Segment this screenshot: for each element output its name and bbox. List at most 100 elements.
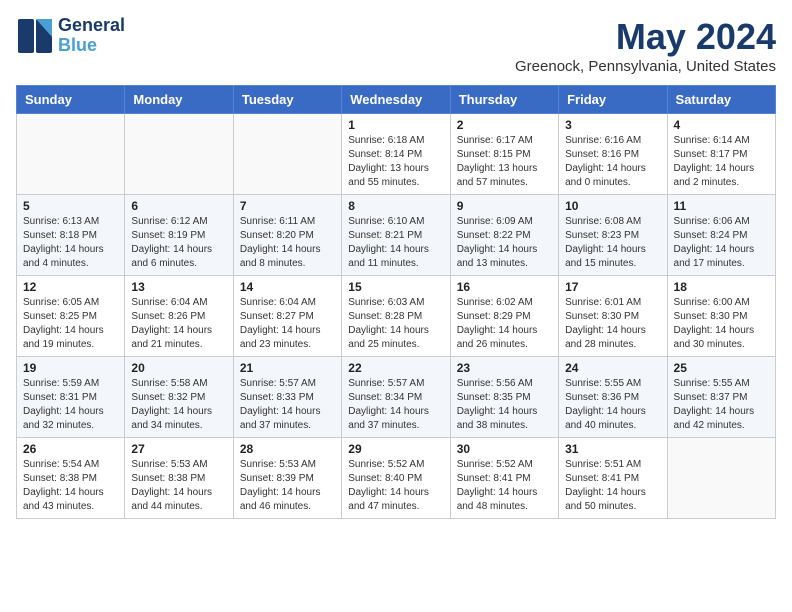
day-cell: 14Sunrise: 6:04 AM Sunset: 8:27 PM Dayli…	[233, 276, 341, 357]
day-number: 26	[23, 442, 118, 456]
day-info: Sunrise: 5:58 AM Sunset: 8:32 PM Dayligh…	[131, 377, 226, 433]
day-number: 14	[240, 280, 335, 294]
day-number: 12	[23, 280, 118, 294]
day-info: Sunrise: 5:56 AM Sunset: 8:35 PM Dayligh…	[457, 377, 552, 433]
day-info: Sunrise: 5:57 AM Sunset: 8:34 PM Dayligh…	[348, 377, 443, 433]
week-row-1: 1Sunrise: 6:18 AM Sunset: 8:14 PM Daylig…	[17, 114, 776, 195]
day-info: Sunrise: 5:52 AM Sunset: 8:40 PM Dayligh…	[348, 458, 443, 514]
day-number: 20	[131, 361, 226, 375]
day-number: 29	[348, 442, 443, 456]
subtitle: Greenock, Pennsylvania, United States	[515, 58, 776, 75]
day-cell: 4 Sunrise: 6:14 AM Sunset: 8:17 PM Daylig…	[667, 114, 775, 195]
day-cell	[17, 114, 125, 195]
day-info: Sunrise: 5:51 AM Sunset: 8:41 PM Dayligh…	[565, 458, 660, 514]
day-info: Sunrise: 6:13 AM Sunset: 8:18 PM Dayligh…	[23, 215, 118, 271]
day-info: Sunrise: 6:02 AM Sunset: 8:29 PM Dayligh…	[457, 296, 552, 352]
day-cell	[667, 438, 775, 519]
calendar-table: SundayMondayTuesdayWednesdayThursdayFrid…	[16, 85, 776, 519]
day-number: 1	[348, 118, 443, 132]
day-cell: 19 Sunrise: 5:59 AM Sunset: 8:31 PM Dayli…	[17, 357, 125, 438]
day-cell: 26 Sunrise: 5:54 AM Sunset: 8:38 PM Dayli…	[17, 438, 125, 519]
day-info: Sunrise: 6:11 AM Sunset: 8:20 PM Dayligh…	[240, 215, 335, 271]
day-number: 13	[131, 280, 226, 294]
day-number: 16	[457, 280, 552, 294]
day-cell	[233, 114, 341, 195]
day-number: 19	[23, 361, 118, 375]
day-cell: 5 Sunrise: 6:13 AM Sunset: 8:18 PM Daylig…	[17, 195, 125, 276]
day-cell: 17 Sunrise: 6:01 AM Sunset: 8:30 PM Dayli…	[559, 276, 667, 357]
day-cell: 24 Sunrise: 5:55 AM Sunset: 8:36 PM Dayli…	[559, 357, 667, 438]
day-info: Sunrise: 5:53 AM Sunset: 8:39 PM Dayligh…	[240, 458, 335, 514]
day-cell: 2 Sunrise: 6:17 AM Sunset: 8:15 PM Daylig…	[450, 114, 558, 195]
day-cell: 8 Sunrise: 6:10 AM Sunset: 8:21 PM Daylig…	[342, 195, 450, 276]
day-number: 4	[674, 118, 769, 132]
day-info: Sunrise: 6:08 AM Sunset: 8:23 PM Dayligh…	[565, 215, 660, 271]
day-number: 2	[457, 118, 552, 132]
weekday-header-wednesday: Wednesday	[342, 86, 450, 114]
day-cell: 3 Sunrise: 6:16 AM Sunset: 8:16 PM Daylig…	[559, 114, 667, 195]
week-row-5: 26 Sunrise: 5:54 AM Sunset: 8:38 PM Dayli…	[17, 438, 776, 519]
day-info: Sunrise: 6:03 AM Sunset: 8:28 PM Dayligh…	[348, 296, 443, 352]
day-number: 25	[674, 361, 769, 375]
day-info: Sunrise: 6:17 AM Sunset: 8:15 PM Dayligh…	[457, 134, 552, 190]
weekday-header-monday: Monday	[125, 86, 233, 114]
day-cell: 1Sunrise: 6:18 AM Sunset: 8:14 PM Daylig…	[342, 114, 450, 195]
day-info: Sunrise: 6:01 AM Sunset: 8:30 PM Dayligh…	[565, 296, 660, 352]
day-info: Sunrise: 6:05 AM Sunset: 8:25 PM Dayligh…	[23, 296, 118, 352]
day-info: Sunrise: 6:06 AM Sunset: 8:24 PM Dayligh…	[674, 215, 769, 271]
day-number: 8	[348, 199, 443, 213]
day-number: 5	[23, 199, 118, 213]
weekday-header-tuesday: Tuesday	[233, 86, 341, 114]
day-number: 31	[565, 442, 660, 456]
weekday-header-sunday: Sunday	[17, 86, 125, 114]
day-number: 6	[131, 199, 226, 213]
day-number: 18	[674, 280, 769, 294]
page-header: General Blue May 2024 Greenock, Pennsylv…	[16, 16, 776, 75]
day-cell: 28Sunrise: 5:53 AM Sunset: 8:39 PM Dayli…	[233, 438, 341, 519]
day-number: 15	[348, 280, 443, 294]
title-block: May 2024 Greenock, Pennsylvania, United …	[515, 16, 776, 75]
day-number: 21	[240, 361, 335, 375]
week-row-3: 12 Sunrise: 6:05 AM Sunset: 8:25 PM Dayli…	[17, 276, 776, 357]
main-title: May 2024	[515, 16, 776, 58]
day-number: 17	[565, 280, 660, 294]
weekday-header-friday: Friday	[559, 86, 667, 114]
day-info: Sunrise: 6:14 AM Sunset: 8:17 PM Dayligh…	[674, 134, 769, 190]
day-cell: 30 Sunrise: 5:52 AM Sunset: 8:41 PM Dayli…	[450, 438, 558, 519]
day-info: Sunrise: 6:04 AM Sunset: 8:26 PM Dayligh…	[131, 296, 226, 352]
day-cell: 13 Sunrise: 6:04 AM Sunset: 8:26 PM Dayli…	[125, 276, 233, 357]
day-info: Sunrise: 5:53 AM Sunset: 8:38 PM Dayligh…	[131, 458, 226, 514]
day-cell	[125, 114, 233, 195]
day-number: 24	[565, 361, 660, 375]
day-info: Sunrise: 6:09 AM Sunset: 8:22 PM Dayligh…	[457, 215, 552, 271]
day-cell: 12 Sunrise: 6:05 AM Sunset: 8:25 PM Dayli…	[17, 276, 125, 357]
day-cell: 7 Sunrise: 6:11 AM Sunset: 8:20 PM Daylig…	[233, 195, 341, 276]
day-info: Sunrise: 5:55 AM Sunset: 8:37 PM Dayligh…	[674, 377, 769, 433]
day-cell: 31 Sunrise: 5:51 AM Sunset: 8:41 PM Dayli…	[559, 438, 667, 519]
day-info: Sunrise: 6:16 AM Sunset: 8:16 PM Dayligh…	[565, 134, 660, 190]
day-number: 30	[457, 442, 552, 456]
day-cell: 22 Sunrise: 5:57 AM Sunset: 8:34 PM Dayli…	[342, 357, 450, 438]
day-info: Sunrise: 6:12 AM Sunset: 8:19 PM Dayligh…	[131, 215, 226, 271]
day-info: Sunrise: 5:55 AM Sunset: 8:36 PM Dayligh…	[565, 377, 660, 433]
day-number: 7	[240, 199, 335, 213]
weekday-header-thursday: Thursday	[450, 86, 558, 114]
day-info: Sunrise: 5:57 AM Sunset: 8:33 PM Dayligh…	[240, 377, 335, 433]
day-info: Sunrise: 6:10 AM Sunset: 8:21 PM Dayligh…	[348, 215, 443, 271]
day-number: 22	[348, 361, 443, 375]
day-cell: 18 Sunrise: 6:00 AM Sunset: 8:30 PM Dayli…	[667, 276, 775, 357]
day-info: Sunrise: 5:54 AM Sunset: 8:38 PM Dayligh…	[23, 458, 118, 514]
day-number: 3	[565, 118, 660, 132]
week-row-4: 19 Sunrise: 5:59 AM Sunset: 8:31 PM Dayli…	[17, 357, 776, 438]
day-number: 23	[457, 361, 552, 375]
day-cell: 27Sunrise: 5:53 AM Sunset: 8:38 PM Dayli…	[125, 438, 233, 519]
weekday-header-saturday: Saturday	[667, 86, 775, 114]
day-cell: 21 Sunrise: 5:57 AM Sunset: 8:33 PM Dayli…	[233, 357, 341, 438]
day-info: Sunrise: 5:52 AM Sunset: 8:41 PM Dayligh…	[457, 458, 552, 514]
day-info: Sunrise: 5:59 AM Sunset: 8:31 PM Dayligh…	[23, 377, 118, 433]
day-number: 11	[674, 199, 769, 213]
day-info: Sunrise: 6:00 AM Sunset: 8:30 PM Dayligh…	[674, 296, 769, 352]
day-number: 10	[565, 199, 660, 213]
day-cell: 23 Sunrise: 5:56 AM Sunset: 8:35 PM Dayli…	[450, 357, 558, 438]
logo-icon	[16, 17, 54, 55]
